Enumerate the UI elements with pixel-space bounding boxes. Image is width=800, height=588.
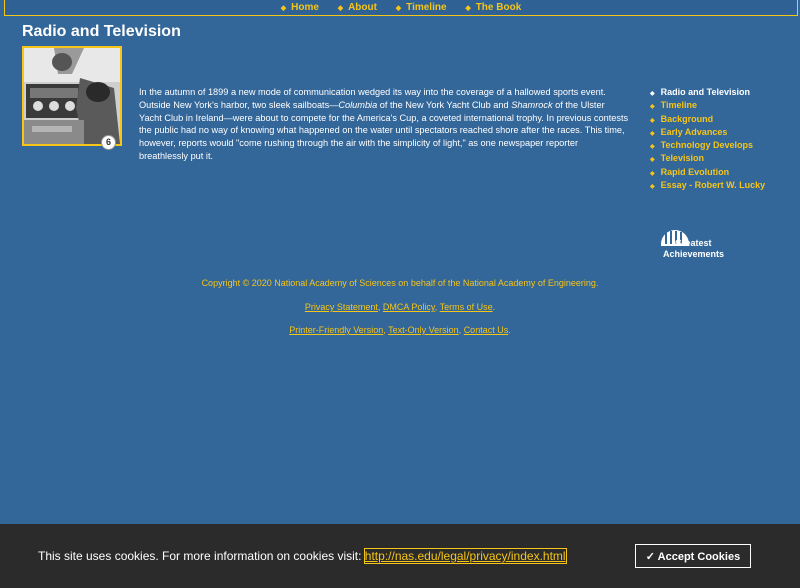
page-title: Radio and Television [22,23,181,40]
cookie-message: This site uses cookies. For more informa… [38,548,567,564]
sidebar-item-timeline[interactable]: ◆ Timeline [650,99,765,112]
sidebar-item-rapid-evolution[interactable]: ◆ Rapid Evolution [650,166,765,179]
diamond-bullet-icon: ◆ [650,170,655,177]
terms-of-use-link[interactable]: Terms of Use [440,302,493,312]
diamond-bullet-icon: ◆ [650,117,655,124]
shamrock-name: Shamrock [511,99,553,110]
sidebar-item-essay[interactable]: ◆ Essay - Robert W. Lucky [650,179,765,192]
diamond-bullet-icon: ◆ [650,184,655,191]
sidebar-item-early-advances[interactable]: ◆ Early Advances [650,126,765,139]
diamond-bullet-icon: ◆ [650,91,655,97]
copyright-notice: Copyright © 2020 National Academy of Sci… [201,278,599,288]
radio-operator-photo [22,46,122,146]
diamond-bullet-icon: ◆ [650,157,655,164]
printer-friendly-link[interactable]: Printer-Friendly Version [289,325,383,335]
diamond-bullet-icon: ◆ [465,5,471,12]
dmca-policy-link[interactable]: DMCA Policy [383,302,435,312]
nav-the-book[interactable]: ◆ The Book [465,2,521,13]
diamond-bullet-icon: ◆ [650,130,655,137]
nav-home[interactable]: ◆ Home [281,2,319,13]
photo-number-badge: 6 [101,135,116,150]
cookie-banner: This site uses cookies. For more informa… [0,524,800,588]
nav-about[interactable]: ◆ About [338,2,377,13]
footer-legal-links: Privacy Statement, DMCA Policy, Terms of… [304,302,496,312]
accept-cookies-button[interactable]: ✓ Accept Cookies [635,544,751,568]
sidebar-item-technology-develops[interactable]: ◆ Technology Develops [650,139,765,152]
nav-timeline[interactable]: ◆ Timeline [396,2,447,13]
diamond-bullet-icon: ◆ [395,5,402,12]
logo-text[interactable]: Greatest Achievements [663,238,724,260]
columbia-name: Columbia [338,99,378,110]
intro-paragraph: In the autumn of 1899 a new mode of comm… [139,87,629,161]
diamond-bullet-icon: ◆ [650,104,655,111]
diamond-bullet-icon: ◆ [650,144,655,151]
footer-version-links: Printer-Friendly Version, Text-Only Vers… [289,325,511,335]
section-navigation: ◆ Radio and Television ◆ Timeline ◆ Backgro… [650,86,765,192]
diamond-bullet-icon: ◆ [280,5,287,12]
diamond-bullet-icon: ◆ [337,5,344,12]
sidebar-item-radio-and-television: ◆ Radio and Television [650,87,750,97]
radio-operator-illustration [24,48,120,144]
text-only-link[interactable]: Text-Only Version [388,325,459,335]
contact-us-link[interactable]: Contact Us [464,325,509,335]
privacy-policy-link[interactable]: http://nas.edu/legal/privacy/index.html [363,548,567,564]
sidebar-item-background[interactable]: ◆ Background [650,113,765,126]
top-navigation: ◆ Home ◆ About ◆ Timeline ◆ The Book [4,0,798,16]
privacy-statement-link[interactable]: Privacy Statement [305,302,378,312]
sidebar-item-television[interactable]: ◆ Television [650,152,765,165]
